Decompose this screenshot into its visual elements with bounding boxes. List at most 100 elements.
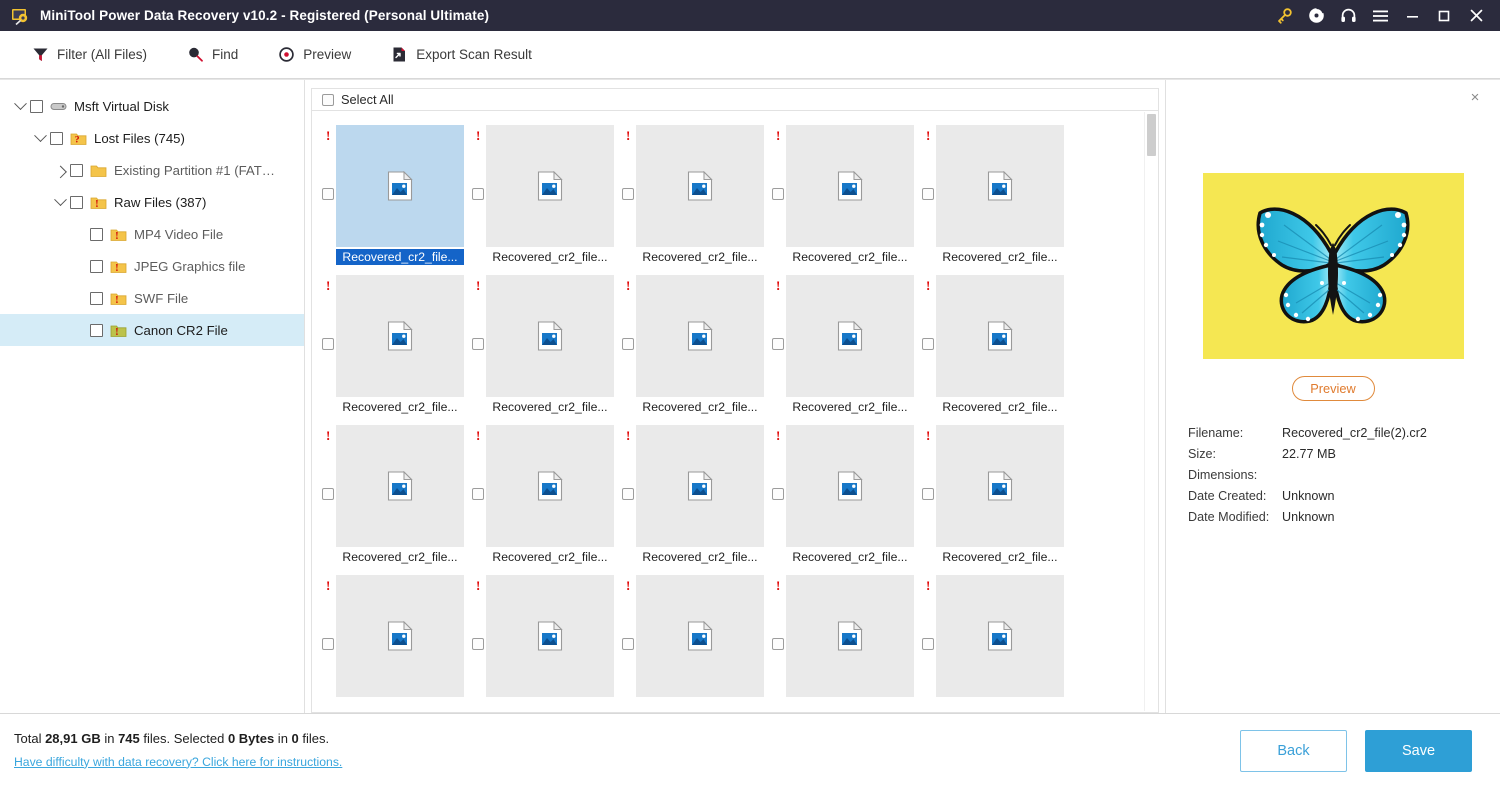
save-button[interactable]: Save [1365,729,1472,772]
file-tile[interactable]: ! Recovered_cr2_file... [920,125,1070,275]
sidebar-item-mp4-video-file[interactable]: ! MP4 Video File [0,218,304,250]
file-thumbnail[interactable] [486,125,614,247]
export-scan-result-button[interactable]: Export Scan Result [389,40,532,70]
help-link[interactable]: Have difficulty with data recovery? Clic… [14,755,342,769]
file-thumbnail[interactable] [636,275,764,397]
tree-item-checkbox[interactable] [30,99,43,113]
file-tile[interactable]: ! Recovered_cr2_file... [770,125,920,275]
file-tile-checkbox[interactable] [322,338,334,350]
file-tile[interactable]: ! [920,575,1070,712]
file-tile[interactable]: ! Recovered_cr2_file... [620,425,770,575]
file-tile[interactable]: ! Recovered_cr2_file... [320,125,470,275]
sidebar-item-canon-cr2-file[interactable]: ! Canon CR2 File [0,314,304,346]
file-tile-checkbox[interactable] [472,638,484,650]
file-tile-checkbox[interactable] [322,488,334,500]
sidebar-item-jpeg-graphics-file[interactable]: ! JPEG Graphics file [0,250,304,282]
file-thumbnail[interactable] [786,125,914,247]
file-tile-checkbox[interactable] [472,188,484,200]
file-tile-checkbox[interactable] [772,638,784,650]
tree-item-checkbox[interactable] [50,131,63,145]
sidebar-item-raw-files-387[interactable]: ! Raw Files (387) [0,186,304,218]
file-tile[interactable]: ! Recovered_cr2_file... [470,275,620,425]
file-tile-checkbox[interactable] [922,488,934,500]
headphones-icon[interactable] [1332,0,1364,31]
preview-panel: × Preview Filename: Recovered_cr2_file(2… [1165,80,1500,713]
tree-item-checkbox[interactable] [70,163,83,177]
file-tile[interactable]: ! Recovered_cr2_file... [320,425,470,575]
file-thumbnail[interactable] [636,575,764,697]
file-thumbnail[interactable] [936,425,1064,547]
chevron-right-icon[interactable] [50,165,70,178]
file-tile[interactable]: ! Recovered_cr2_file... [770,425,920,575]
file-tile-checkbox[interactable] [772,188,784,200]
select-all-checkbox[interactable] [322,93,334,106]
file-thumbnail[interactable] [336,275,464,397]
sidebar-item-msft-virtual-disk[interactable]: Msft Virtual Disk [0,90,304,122]
file-thumbnail[interactable] [786,425,914,547]
preview-action-button[interactable]: Preview [1291,376,1375,401]
file-tile-checkbox[interactable] [772,338,784,350]
menu-icon[interactable] [1364,0,1396,31]
file-tile-checkbox[interactable] [622,638,634,650]
file-tile-checkbox[interactable] [472,338,484,350]
file-tile-checkbox[interactable] [922,638,934,650]
file-tile[interactable]: ! Recovered_cr2_file... [920,275,1070,425]
file-tile[interactable]: ! [470,575,620,712]
file-tile-checkbox[interactable] [322,188,334,200]
tree-item-checkbox[interactable] [90,227,103,241]
tree-item-checkbox[interactable] [90,259,103,273]
file-thumbnail[interactable] [786,275,914,397]
file-tile[interactable]: ! Recovered_cr2_file... [920,425,1070,575]
file-thumbnail[interactable] [636,425,764,547]
chevron-down-icon[interactable] [30,128,50,143]
grid-scrollbar[interactable] [1144,112,1157,711]
file-tile[interactable]: ! [320,575,470,712]
file-thumbnail[interactable] [486,275,614,397]
chevron-down-icon[interactable] [50,192,70,207]
file-tile-checkbox[interactable] [622,188,634,200]
minimize-button[interactable] [1396,0,1428,31]
filter-button[interactable]: Filter (All Files) [30,40,147,70]
file-thumbnail[interactable] [936,275,1064,397]
file-tile[interactable]: ! Recovered_cr2_file... [470,125,620,275]
file-thumbnail[interactable] [936,575,1064,697]
file-tile-checkbox[interactable] [772,488,784,500]
maximize-button[interactable] [1428,0,1460,31]
sidebar-item-existing-partition-1-fat[interactable]: Existing Partition #1 (FAT… [0,154,304,186]
file-tile-checkbox[interactable] [322,638,334,650]
grid-scrollbar-thumb[interactable] [1147,114,1156,156]
file-tile-checkbox[interactable] [622,338,634,350]
file-thumbnail[interactable] [336,125,464,247]
file-thumbnail[interactable] [336,575,464,697]
close-button[interactable] [1460,0,1492,31]
chevron-down-icon[interactable] [10,96,30,111]
tree-item-checkbox[interactable] [70,195,83,209]
file-tile-checkbox[interactable] [622,488,634,500]
file-thumbnail[interactable] [336,425,464,547]
disc-icon[interactable] [1300,0,1332,31]
file-tile-checkbox[interactable] [472,488,484,500]
file-tile[interactable]: ! Recovered_cr2_file... [470,425,620,575]
sidebar-item-lost-files-745[interactable]: ? Lost Files (745) [0,122,304,154]
sidebar-item-swf-file[interactable]: ! SWF File [0,282,304,314]
file-thumbnail[interactable] [636,125,764,247]
file-thumbnail[interactable] [786,575,914,697]
file-tile[interactable]: ! Recovered_cr2_file... [620,275,770,425]
file-tile[interactable]: ! Recovered_cr2_file... [770,275,920,425]
file-tile-checkbox[interactable] [922,188,934,200]
file-tile[interactable]: ! [620,575,770,712]
find-button[interactable]: Find [185,40,238,70]
key-icon[interactable] [1268,0,1300,31]
file-thumbnail[interactable] [486,425,614,547]
file-tile-checkbox[interactable] [922,338,934,350]
file-tile[interactable]: ! Recovered_cr2_file... [620,125,770,275]
tree-item-checkbox[interactable] [90,323,103,337]
close-icon[interactable]: × [1466,88,1484,106]
preview-button[interactable]: Preview [276,40,351,70]
file-tile[interactable]: ! Recovered_cr2_file... [320,275,470,425]
tree-item-checkbox[interactable] [90,291,103,305]
file-thumbnail[interactable] [936,125,1064,247]
file-tile[interactable]: ! [770,575,920,712]
back-button[interactable]: Back [1240,729,1347,772]
file-thumbnail[interactable] [486,575,614,697]
